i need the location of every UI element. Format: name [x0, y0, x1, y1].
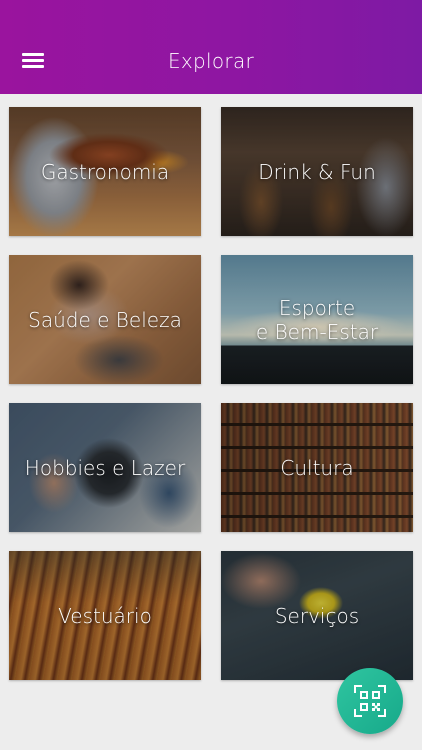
category-label: Gastronomia — [40, 159, 170, 184]
category-card-hobbies-lazer[interactable]: Hobbies e Lazer — [9, 403, 201, 532]
category-card-cultura[interactable]: Cultura — [221, 403, 413, 532]
category-label: Drink & Fun — [258, 159, 376, 184]
category-grid: Gastronomia Drink & Fun Saúde e Beleza E… — [0, 0, 422, 750]
category-card-gastronomia[interactable]: Gastronomia — [9, 107, 201, 236]
qr-code-icon — [354, 685, 386, 717]
category-label: Serviços — [274, 603, 360, 628]
category-label: Saúde e Beleza — [28, 307, 182, 332]
category-label: Vestuário — [58, 603, 152, 628]
category-label: Hobbies e Lazer — [24, 455, 186, 480]
category-card-esporte-bem-estar[interactable]: Esporte e Bem-Estar — [221, 255, 413, 384]
qr-scan-button[interactable] — [337, 668, 403, 734]
category-card-saude-beleza[interactable]: Saúde e Beleza — [9, 255, 201, 384]
category-card-drink-fun[interactable]: Drink & Fun — [221, 107, 413, 236]
category-label: Esporte e Bem-Estar — [255, 295, 379, 344]
category-card-servicos[interactable]: Serviços — [221, 551, 413, 680]
category-card-vestuario[interactable]: Vestuário — [9, 551, 201, 680]
category-label: Cultura — [280, 455, 354, 480]
